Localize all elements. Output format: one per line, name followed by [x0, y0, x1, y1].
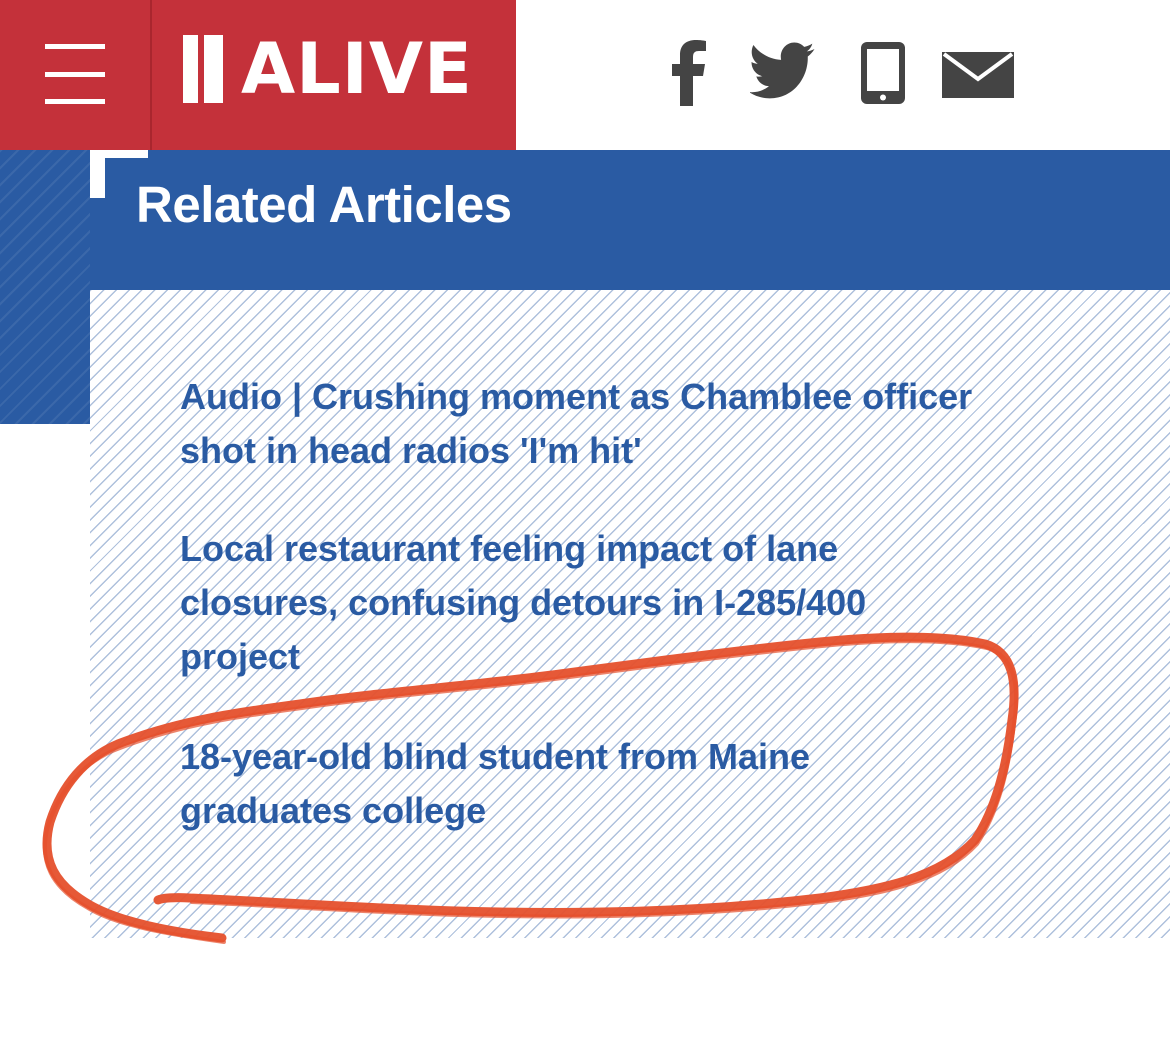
- divider: [150, 0, 152, 150]
- related-article-link[interactable]: Audio | Crushing moment as Chamblee offi…: [180, 370, 980, 478]
- brand-block: ALIVE: [0, 0, 516, 150]
- phone-icon[interactable]: [859, 40, 907, 106]
- logo-eleven-mark: [183, 35, 223, 103]
- hamburger-menu-icon[interactable]: [0, 0, 150, 150]
- decorative-hatch-block: [0, 150, 90, 424]
- related-articles-list: Audio | Crushing moment as Chamblee offi…: [90, 290, 1170, 938]
- related-article-link[interactable]: 18-year-old blind student from Maine gra…: [180, 730, 980, 838]
- twitter-icon[interactable]: [750, 40, 820, 106]
- logo-wordmark: ALIVE: [241, 28, 473, 110]
- email-icon[interactable]: [941, 40, 1015, 106]
- related-article-link[interactable]: Local restaurant feeling impact of lane …: [180, 522, 980, 684]
- related-articles-title: Related Articles: [136, 176, 512, 233]
- top-bar: ALIVE: [0, 0, 1170, 150]
- site-logo[interactable]: ALIVE: [183, 33, 473, 105]
- facebook-icon[interactable]: [670, 40, 708, 106]
